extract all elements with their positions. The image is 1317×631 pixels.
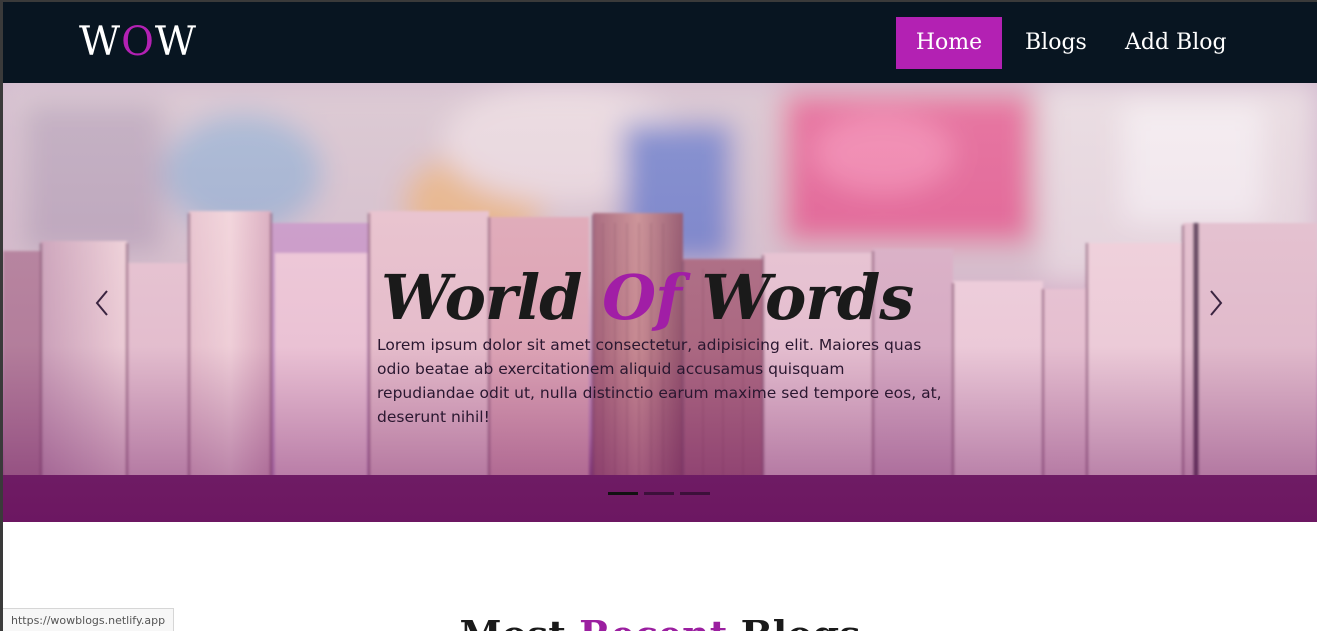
chevron-left-icon bbox=[95, 290, 108, 316]
section-title-part1: Most bbox=[460, 612, 580, 631]
section-title-part2: Blogs bbox=[727, 612, 861, 631]
brand-letter-w1: W bbox=[79, 19, 122, 65]
brand-letter-w2: W bbox=[154, 19, 198, 65]
brand-logo[interactable]: WOW bbox=[79, 18, 197, 66]
hero-title: World Of Words bbox=[381, 261, 981, 335]
nav-add-blog-link[interactable]: Add Blog bbox=[1103, 17, 1249, 69]
carousel-prev-button[interactable] bbox=[91, 288, 115, 318]
carousel-indicator-2[interactable] bbox=[644, 492, 674, 495]
status-bar-url: https://wowblogs.netlify.app bbox=[3, 608, 175, 631]
hero-description: Lorem ipsum dolor sit amet consectetur, … bbox=[377, 335, 942, 426]
carousel-indicator-3[interactable] bbox=[680, 492, 710, 495]
browser-viewport: WOW Home Blogs Add Blog World Of Words L… bbox=[0, 0, 1317, 631]
navbar: WOW Home Blogs Add Blog bbox=[3, 2, 1317, 83]
section-title: Most Recent Blogs bbox=[3, 612, 1317, 631]
nav-blogs-link[interactable]: Blogs bbox=[1003, 17, 1109, 69]
chevron-right-icon bbox=[1210, 290, 1223, 316]
hero-title-part2: Words bbox=[680, 260, 914, 334]
hero-title-accent: Of bbox=[602, 260, 682, 334]
nav-home-link[interactable]: Home bbox=[896, 17, 1002, 69]
section-title-accent: Recent bbox=[579, 612, 727, 631]
hero-title-part1: World bbox=[381, 260, 603, 334]
brand-letter-o: O bbox=[121, 19, 155, 65]
hero-carousel: World Of Words Lorem ipsum dolor sit ame… bbox=[3, 83, 1317, 522]
carousel-next-button[interactable] bbox=[1203, 288, 1227, 318]
carousel-indicator-1[interactable] bbox=[608, 492, 638, 495]
